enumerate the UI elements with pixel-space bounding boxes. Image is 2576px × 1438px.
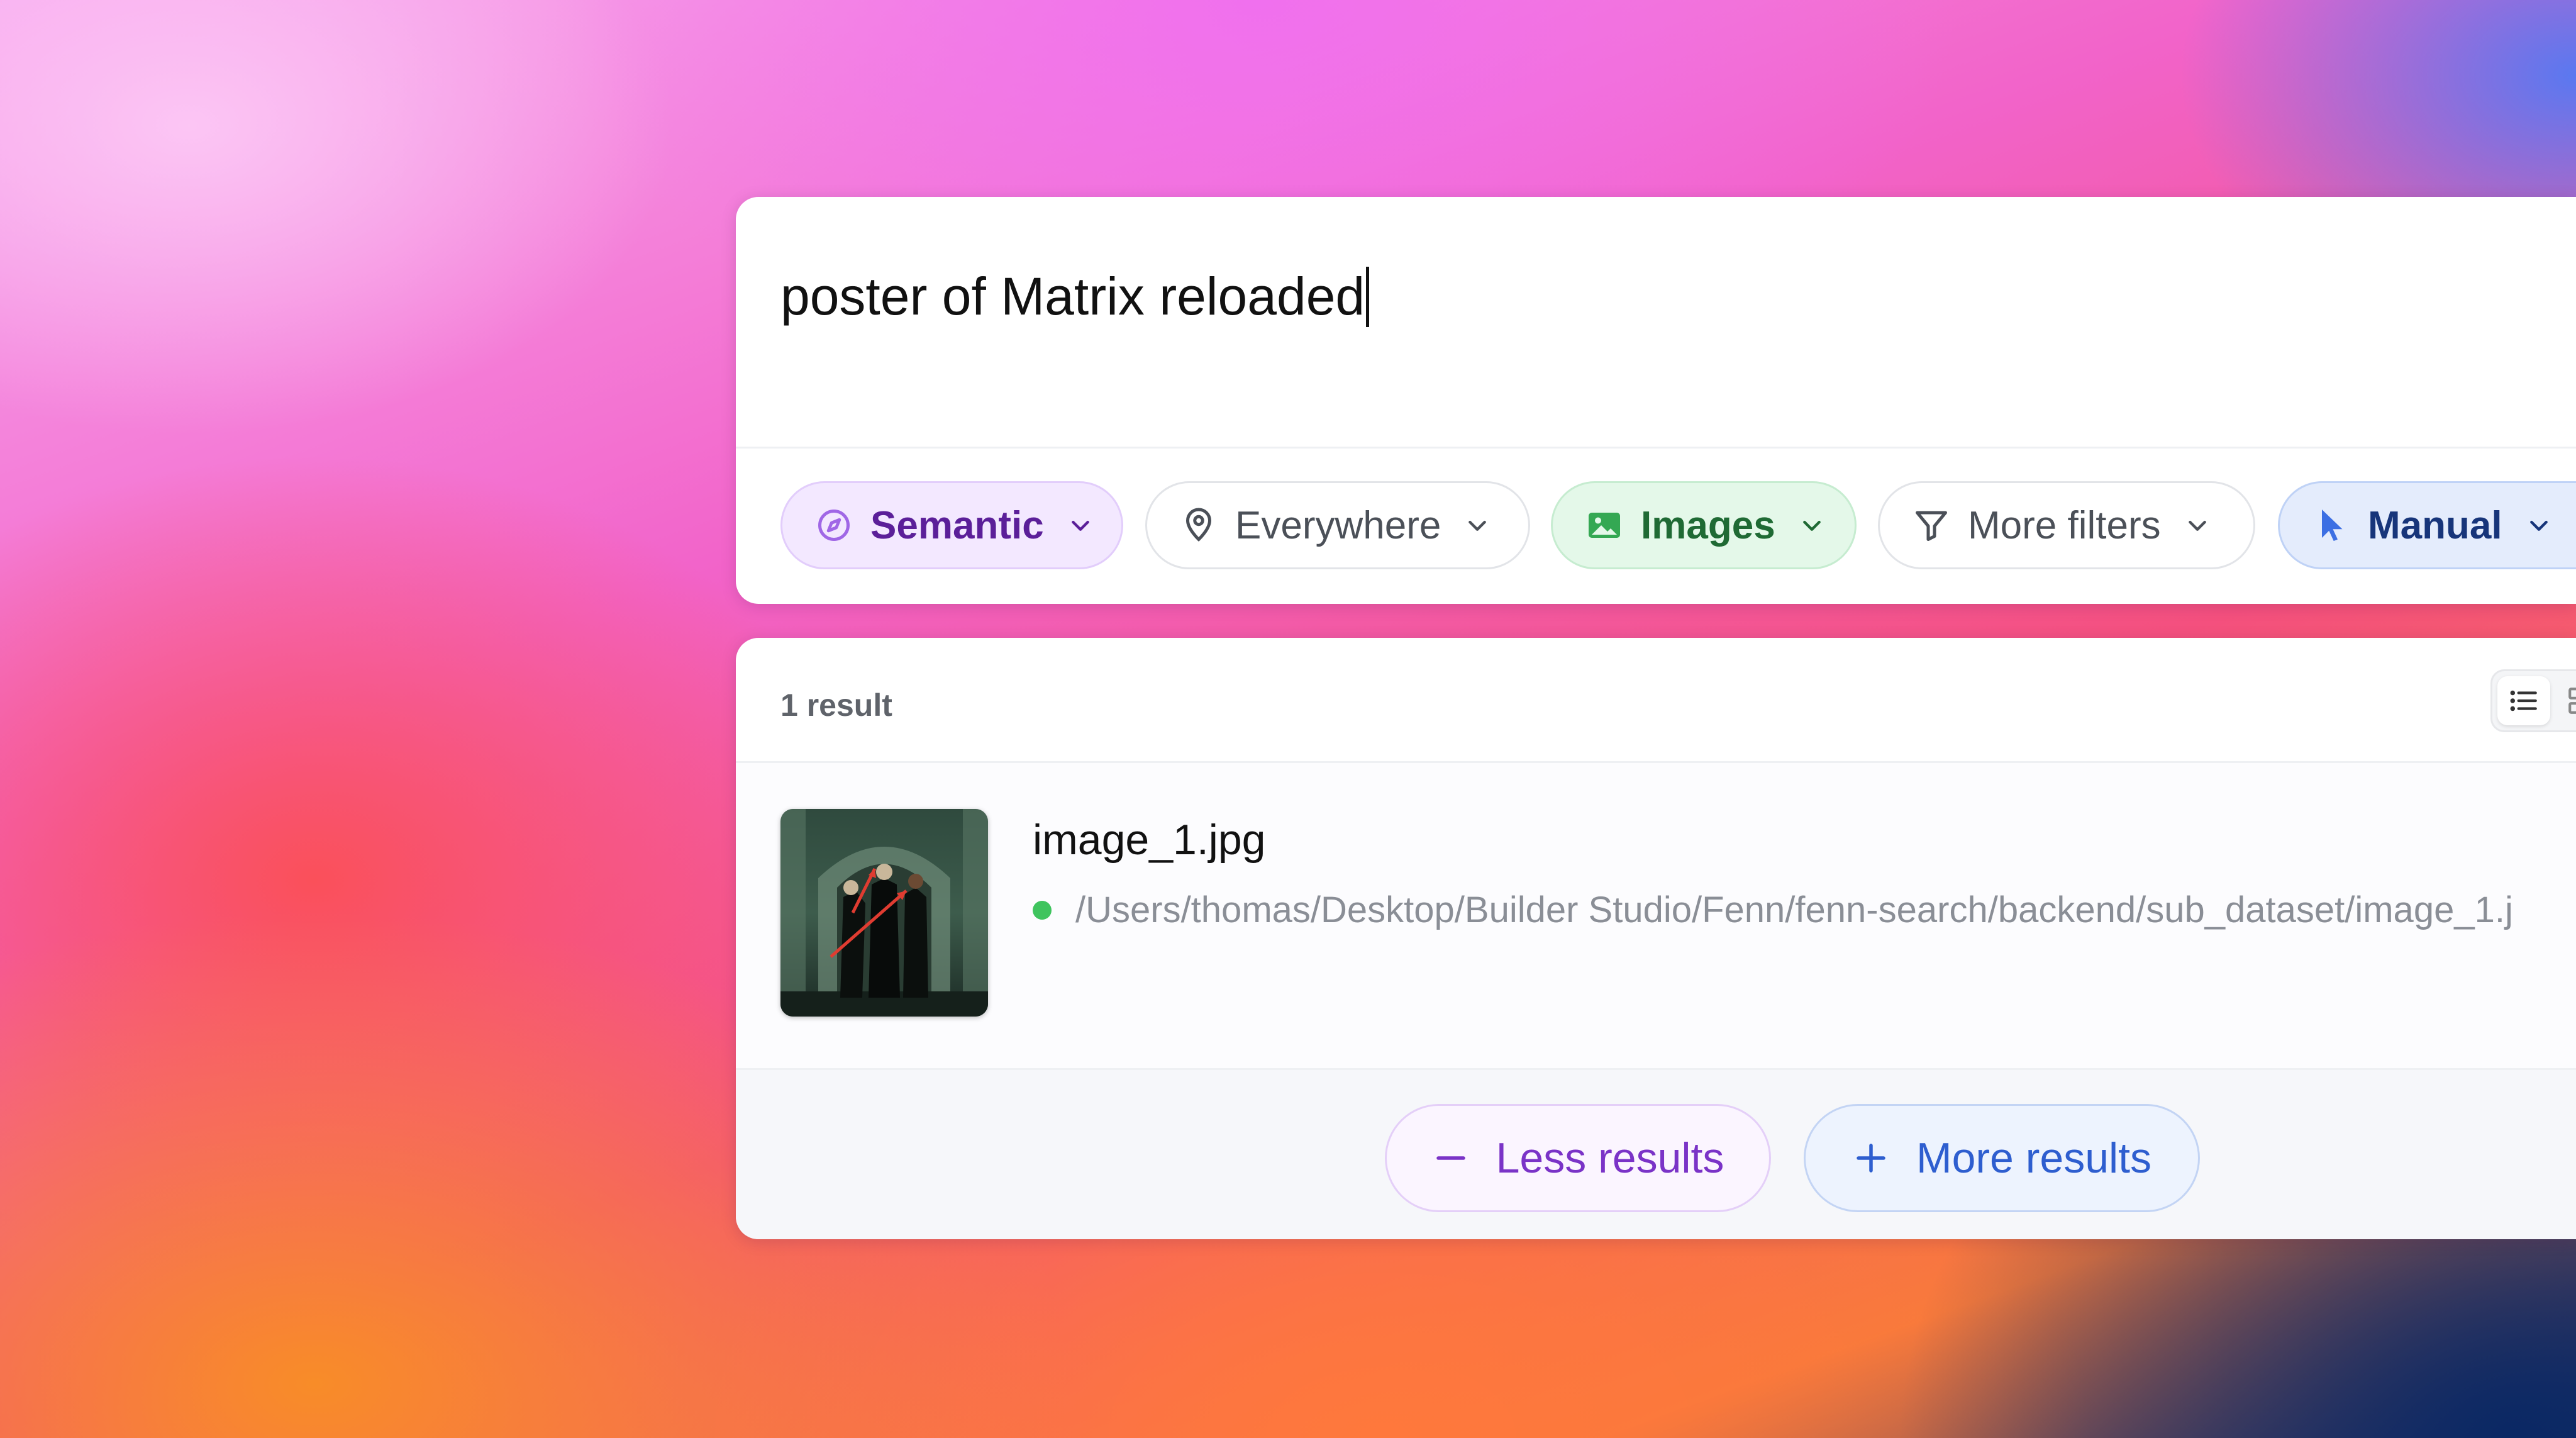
result-file-path: /Users/thomas/Desktop/Builder Studio/Fen… bbox=[1033, 889, 2513, 931]
chevron-down-icon bbox=[2188, 520, 2206, 531]
location-filter-button[interactable]: Everywhere bbox=[1145, 481, 1530, 569]
result-item[interactable]: image_1.jpg /Users/thomas/Desktop/Builde… bbox=[736, 763, 2576, 1068]
plus-icon bbox=[1857, 1144, 1885, 1173]
list-icon bbox=[2510, 690, 2537, 711]
semantic-filter-label: Semantic bbox=[870, 503, 1044, 547]
minus-icon bbox=[1436, 1156, 1465, 1160]
poster-image bbox=[780, 809, 988, 1017]
grid-view-button[interactable] bbox=[2555, 676, 2576, 725]
results-count: 1 result bbox=[780, 688, 892, 723]
chevron-down-icon bbox=[2529, 520, 2548, 531]
status-indicator bbox=[1033, 900, 1052, 920]
search-input[interactable]: poster of Matrix reloaded bbox=[780, 266, 1370, 327]
chevron-down-icon bbox=[1071, 520, 1089, 531]
divider bbox=[736, 447, 2576, 449]
location-filter-label: Everywhere bbox=[1235, 503, 1441, 547]
more-filters-label: More filters bbox=[1968, 503, 2161, 547]
filter-icon bbox=[1916, 511, 1947, 541]
less-results-button[interactable]: Less results bbox=[1385, 1104, 1771, 1212]
results-footer: Less results More results bbox=[736, 1070, 2576, 1239]
cursor-icon bbox=[2322, 510, 2343, 541]
chevron-down-icon bbox=[1468, 520, 1487, 531]
search-query-text: poster of Matrix reloaded bbox=[780, 267, 1365, 326]
more-results-button[interactable]: More results bbox=[1804, 1104, 2200, 1212]
mode-label: Manual bbox=[2368, 503, 2502, 547]
semantic-filter-button[interactable]: Semantic bbox=[780, 481, 1123, 569]
results-panel: 1 result image_1.jpg /Users/thomas/Deskt… bbox=[736, 638, 2576, 1239]
list-view-button[interactable] bbox=[2497, 676, 2550, 725]
compass-icon bbox=[818, 510, 850, 541]
location-pin-icon bbox=[1185, 508, 1212, 542]
result-file-name[interactable]: image_1.jpg bbox=[1033, 815, 1265, 864]
view-mode-toggle bbox=[2490, 669, 2576, 732]
chevron-down-icon bbox=[1802, 520, 1821, 531]
image-icon bbox=[1589, 513, 1620, 538]
result-path-text: /Users/thomas/Desktop/Builder Studio/Fen… bbox=[1075, 889, 2513, 930]
text-cursor bbox=[1366, 266, 1370, 327]
type-filter-button[interactable]: Images bbox=[1551, 481, 1857, 569]
type-filter-label: Images bbox=[1641, 503, 1775, 547]
grid-icon bbox=[2568, 688, 2576, 714]
more-results-label: More results bbox=[1916, 1134, 2152, 1182]
mode-button[interactable]: Manual bbox=[2278, 481, 2576, 569]
result-thumbnail[interactable] bbox=[780, 809, 988, 1017]
more-filters-button[interactable]: More filters bbox=[1878, 481, 2255, 569]
search-panel: poster of Matrix reloaded Semantic Every… bbox=[736, 197, 2576, 604]
less-results-label: Less results bbox=[1496, 1134, 1724, 1182]
